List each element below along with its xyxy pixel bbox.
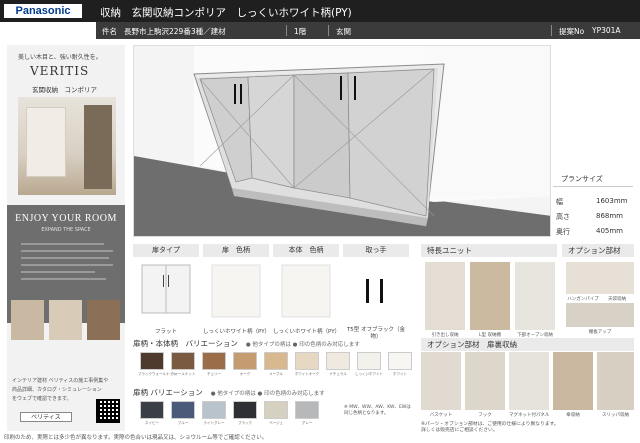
floor-value: 1階 xyxy=(294,27,307,36)
thumbnail xyxy=(11,300,44,340)
storage-caption: 傘収納 xyxy=(566,413,580,418)
enjoy-subtitle: EXPAND THE SPACE xyxy=(41,227,91,233)
header-bar: Panasonic 収納 玄関収納コンポリア しっくいホワイト柄(PY) xyxy=(0,0,640,22)
door-color-caption: しっくいホワイト柄（PY） xyxy=(203,329,271,335)
swatch-label: ナチュラル xyxy=(329,372,347,376)
thumbnail xyxy=(87,300,120,340)
enjoy-title: ENJOY YOUR ROOM xyxy=(15,213,117,224)
header-body-color: 本体 色柄 xyxy=(273,244,339,257)
project-value: 長野市上駒沢229番3種／建材 xyxy=(124,27,226,36)
swatch-label: しっくいホワイト xyxy=(355,372,383,376)
qr-code-icon[interactable] xyxy=(96,399,120,423)
storage-image xyxy=(597,352,634,410)
project-label: 件名 xyxy=(102,27,117,36)
proposal-label: 提案No xyxy=(559,27,585,36)
product-render xyxy=(133,45,551,237)
option-caption: 棚板アップ xyxy=(588,330,612,335)
color-swatch[interactable] xyxy=(202,401,226,419)
swatch-label: グレー xyxy=(301,421,313,425)
product-name: 玄関収納 コンポリア xyxy=(32,86,97,94)
door-back-storage-title: オプション部材 扉裏収納 xyxy=(421,338,634,351)
door-photo-detail xyxy=(26,107,66,177)
spec-row-width: 幅 1603mm xyxy=(556,197,628,206)
plan-size-title: プランサイズ xyxy=(553,171,633,187)
color-swatch[interactable] xyxy=(357,352,381,370)
color-swatch[interactable] xyxy=(388,352,412,370)
spec-row-depth: 奥行 405mm xyxy=(556,227,623,236)
thumbnail xyxy=(49,300,82,340)
body-color-caption: しっくいホワイト柄（PY） xyxy=(273,329,341,335)
color-swatch[interactable] xyxy=(202,352,226,370)
color-swatch[interactable] xyxy=(171,352,195,370)
swatch-label: ブラック xyxy=(238,421,252,425)
option-parts-title: オプション部材 xyxy=(562,244,634,257)
page-title: 収納 玄関収納コンポリア しっくいホワイト柄(PY) xyxy=(100,7,352,19)
brand-info: インテリア建材 ベリティスの施工事例集や 商品詳細、カタログ・シミュレーション … xyxy=(12,378,109,402)
proposal-value: YP301A xyxy=(592,26,621,35)
color-swatch[interactable] xyxy=(264,352,288,370)
storage-caption: マグネット付パネル xyxy=(509,413,550,418)
color-swatch[interactable] xyxy=(140,352,164,370)
divider xyxy=(328,25,329,36)
divider xyxy=(286,25,287,36)
storage-caption: フック xyxy=(478,413,492,418)
footer-disclaimer: 印刷のため、実際とは多少色が異なります。実際の色合いは現品又は、ショウルーム等で… xyxy=(4,435,268,441)
cabinet-render-svg xyxy=(134,46,550,236)
option-image xyxy=(566,262,634,294)
room-value: 玄関 xyxy=(336,27,351,36)
project-info-bar: 件名 長野市上駒沢229番3種／建材 1階 玄関 提案No YP301A xyxy=(96,22,640,39)
option-note-2: 詳しくは販売店にご相談ください。 xyxy=(421,428,498,433)
spec-row-height: 高さ 868mm xyxy=(556,212,623,221)
panasonic-logo: Panasonic xyxy=(4,4,82,18)
swatch-label: ライトグレー xyxy=(203,421,225,425)
swatch-label: ネイビー xyxy=(145,421,159,425)
storage-image xyxy=(421,352,461,410)
storage-image xyxy=(553,352,593,410)
door-variation-title: 扉柄・本体柄 バリエーション ● 他タイプの柄は ● 印の色柄のみ対応します xyxy=(133,339,360,348)
feature-unit-title: 特長ユニット xyxy=(421,244,557,257)
option-caption: ハンガンパイプ xyxy=(567,297,599,302)
color-swatch[interactable] xyxy=(295,401,319,419)
brand-name: VERITIS xyxy=(30,64,90,78)
handle-variation-title: 扉柄 バリエーション ● 他タイプの柄は ● 印の色柄のみ対応します xyxy=(133,388,325,397)
swatch-label: ベージュ xyxy=(269,421,283,425)
veritis-link-button[interactable]: ベリティス xyxy=(20,412,72,422)
room-photo xyxy=(18,97,116,195)
color-swatch[interactable] xyxy=(233,401,257,419)
variation-footnote: ※ MW、WW、AW、KW、EWは同じ色柄となります。 xyxy=(344,405,411,416)
option-caption: 天袋収納 xyxy=(608,297,626,302)
swatch-label: ブルー xyxy=(177,421,189,425)
header-handle: 取っ手 xyxy=(343,244,409,257)
cabinet-photo-detail xyxy=(84,105,112,189)
storage-caption: スリッパ収納 xyxy=(602,413,629,418)
unit-image xyxy=(515,262,555,330)
swatch-label: チェリー xyxy=(207,372,221,376)
brand-tagline: 美しい木目と、強い耐久性を。 xyxy=(18,54,102,61)
unit-image xyxy=(425,262,465,330)
color-swatch[interactable] xyxy=(140,401,164,419)
enjoy-text-lines xyxy=(21,243,113,285)
divider xyxy=(551,25,552,36)
swatch-label: メープル xyxy=(269,372,283,376)
color-swatch[interactable] xyxy=(264,401,288,419)
color-swatch[interactable] xyxy=(233,352,257,370)
header-door-type: 扉タイプ xyxy=(133,244,199,257)
storage-caption: バスケット xyxy=(429,413,453,418)
swatch-label: オーク xyxy=(239,372,251,376)
storage-image xyxy=(509,352,549,410)
option-image xyxy=(566,303,634,327)
swatch-label: ホワイト xyxy=(393,372,407,376)
swatch-label: ホワイトオーク xyxy=(294,372,320,376)
color-swatch[interactable] xyxy=(295,352,319,370)
swatch-label: ウォールナット xyxy=(170,372,196,376)
header-door-color: 扉 色柄 xyxy=(203,244,269,257)
swatch-label: ブラックウォールナット xyxy=(138,372,177,376)
unit-image xyxy=(470,262,510,330)
color-swatch[interactable] xyxy=(171,401,195,419)
color-swatch[interactable] xyxy=(326,352,350,370)
storage-image xyxy=(465,352,505,410)
door-type-caption: フラット xyxy=(154,329,177,335)
